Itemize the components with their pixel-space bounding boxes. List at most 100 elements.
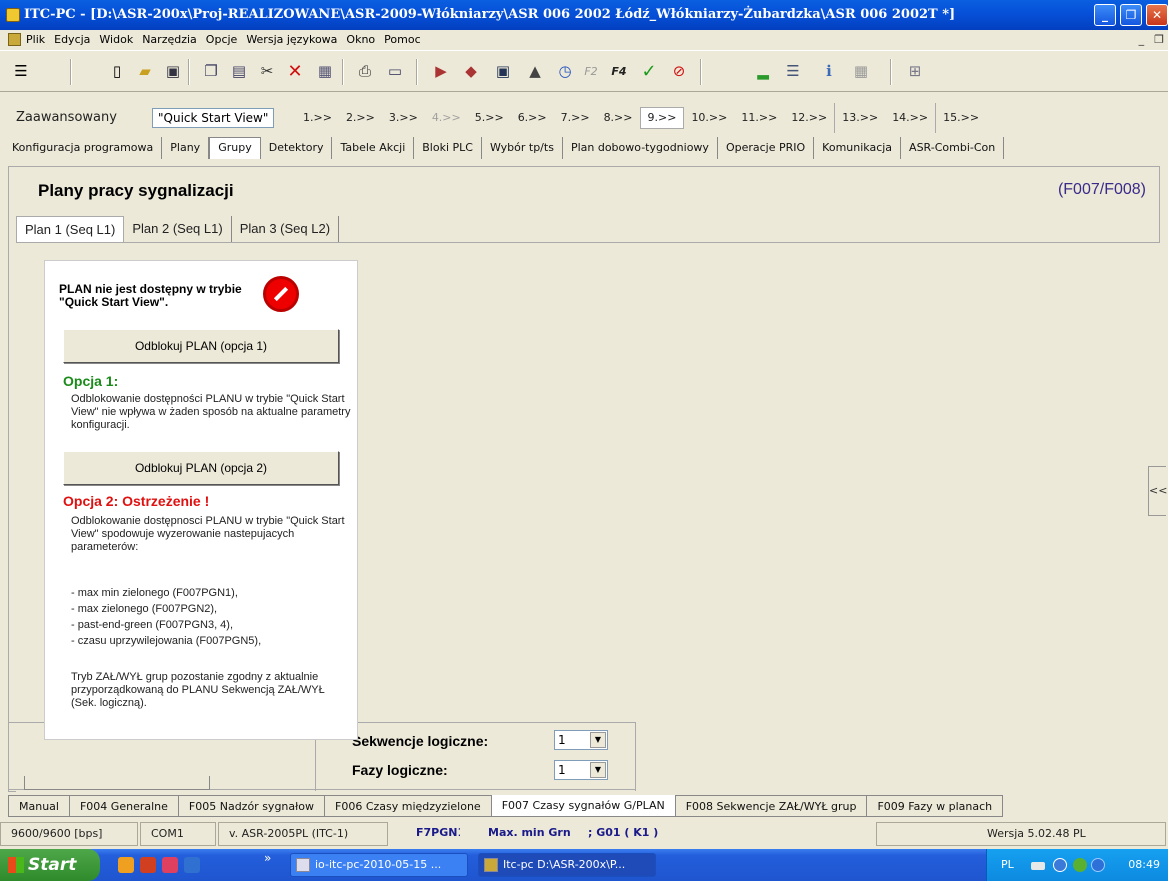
tab-f007[interactable]: F007 Czasy sygnałów G/PLAN [491, 795, 676, 817]
step-9[interactable]: 9.>> [639, 107, 685, 129]
menu-opcje[interactable]: Opcje [206, 30, 238, 50]
tab-f006[interactable]: F006 Czasy międzyzielone [325, 795, 492, 817]
structure-icon[interactable]: ⊞ [904, 60, 926, 82]
tab-f005[interactable]: F005 Nadzór sygnałow [178, 795, 325, 817]
step-14[interactable]: 14.>> [885, 103, 935, 133]
collapse-panel-button[interactable]: << [1148, 466, 1167, 516]
menu-narzedzia[interactable]: Narzędzia [142, 30, 197, 50]
step-3[interactable]: 3.>> [382, 103, 425, 133]
step-10[interactable]: 10.>> [684, 103, 734, 133]
settings-icon[interactable]: ☰ [10, 60, 32, 82]
view-selector[interactable]: "Quick Start View" [152, 108, 275, 128]
import-icon[interactable]: ▶ [430, 60, 452, 82]
step-4: 4.>> [431, 111, 461, 124]
start-button[interactable]: Start [0, 849, 100, 881]
list-icon[interactable]: ☰ [782, 60, 804, 82]
connection-icon[interactable] [1091, 858, 1105, 872]
clock-icon[interactable]: ◷ [554, 60, 576, 82]
cancel-icon[interactable]: ⊘ [668, 60, 690, 82]
child-minimize-button[interactable]: _ [1139, 30, 1145, 50]
menu-plik[interactable]: Plik [26, 30, 45, 50]
step-15[interactable]: 15.>> [935, 103, 986, 133]
tab-wybor[interactable]: Wybór tp/ts [482, 137, 563, 159]
step-2[interactable]: 2.>> [339, 103, 382, 133]
tab-detektory[interactable]: Detektory [261, 137, 333, 159]
tab-grupy[interactable]: Grupy [209, 137, 261, 159]
menu-pomoc[interactable]: Pomoc [384, 30, 420, 50]
battery-icon[interactable]: ▂ [752, 60, 774, 82]
tab-combi-con[interactable]: ASR-Combi-Con [901, 137, 1005, 159]
language-indicator[interactable]: PL [1001, 849, 1014, 881]
chevron-down-icon[interactable]: ▼ [590, 762, 606, 778]
grid-icon[interactable]: ▦ [850, 60, 872, 82]
step-8[interactable]: 8.>> [597, 103, 640, 133]
menu-widok[interactable]: Widok [99, 30, 133, 50]
status-baud: 9600/9600 [bps] [0, 822, 138, 846]
delete-icon[interactable]: ✕ [284, 60, 306, 82]
title-bar[interactable]: ITC-PC - [D:\ASR-200x\Proj-REALIZOWANE\A… [0, 0, 1168, 30]
unlock-option1-button[interactable]: Odblokuj PLAN (opcja 1) [63, 329, 339, 363]
taskbar-item-document[interactable]: io-itc-pc-2010-05-15 ... [290, 853, 468, 877]
minimize-button[interactable]: _ [1094, 4, 1116, 26]
taskbar-item-itc-pc[interactable]: Itc-pc D:\ASR-200x\P... [478, 853, 656, 877]
new-file-icon[interactable]: ▯ [106, 60, 128, 82]
tab-operacje-prio[interactable]: Operacje PRIO [718, 137, 815, 159]
transfer-icon[interactable]: ◆ [460, 60, 482, 82]
tab-f009[interactable]: F009 Fazy w planach [867, 795, 1004, 817]
menu-edycja[interactable]: Edycja [54, 30, 90, 50]
step-5[interactable]: 5.>> [468, 103, 511, 133]
tab-plan-3[interactable]: Plan 3 (Seq L2) [232, 216, 340, 242]
step-12[interactable]: 12.>> [784, 103, 834, 133]
dialog-heading: PLAN nie jest dostępny w trybie "Quick S… [59, 282, 242, 309]
tab-konfiguracja[interactable]: Konfiguracja programowa [4, 137, 163, 159]
tab-f004[interactable]: F004 Generalne [69, 795, 179, 817]
menu-okno[interactable]: Okno [346, 30, 375, 50]
tab-komunikacja[interactable]: Komunikacja [814, 137, 902, 159]
close-button[interactable]: ✕ [1146, 4, 1168, 26]
export-icon[interactable]: ▭ [384, 60, 406, 82]
logic-sequence-select[interactable]: 1 ▼ [554, 730, 608, 750]
hidden-button[interactable] [24, 776, 210, 790]
keyboard-icon[interactable] [1031, 862, 1045, 870]
upload-icon[interactable]: ▲ [524, 60, 546, 82]
tab-plany[interactable]: Plany [162, 137, 210, 159]
tab-bloki-plc[interactable]: Bloki PLC [414, 137, 482, 159]
paste-icon[interactable]: ▤ [228, 60, 250, 82]
f4-icon[interactable]: F4 [608, 60, 630, 82]
task-label: io-itc-pc-2010-05-15 ... [315, 858, 442, 871]
network-icon[interactable] [1073, 858, 1087, 872]
print-icon[interactable]: ⎙ [354, 60, 376, 82]
f2-icon[interactable]: F2 [580, 60, 602, 82]
maximize-button[interactable]: ❐ [1120, 4, 1142, 26]
check-icon[interactable]: ✓ [638, 60, 660, 82]
cut-icon[interactable]: ✂ [256, 60, 278, 82]
media-icon[interactable] [140, 857, 156, 873]
menu-wersja[interactable]: Wersja językowa [246, 30, 337, 50]
save-icon[interactable]: ▣ [162, 60, 184, 82]
back-arrow-icon[interactable] [1053, 858, 1067, 872]
open-folder-icon[interactable]: ▰ [134, 60, 156, 82]
copy-icon[interactable]: ❐ [200, 60, 222, 82]
chevron-down-icon[interactable]: ▼ [590, 732, 606, 748]
step-6[interactable]: 6.>> [511, 103, 554, 133]
unlock-option2-button[interactable]: Odblokuj PLAN (opcja 2) [63, 451, 339, 485]
desktop-icon[interactable] [184, 857, 200, 873]
logic-phase-select[interactable]: 1 ▼ [554, 760, 608, 780]
quick-launch-overflow[interactable]: » [264, 851, 271, 865]
view-icon[interactable]: ▦ [314, 60, 336, 82]
app-icon[interactable] [162, 857, 178, 873]
tab-plan-2[interactable]: Plan 2 (Seq L1) [124, 216, 232, 242]
tab-plan-dobowo[interactable]: Plan dobowo-tygodniowy [563, 137, 718, 159]
step-13[interactable]: 13.>> [834, 103, 885, 133]
browser-icon[interactable] [118, 857, 134, 873]
tab-manual[interactable]: Manual [8, 795, 70, 817]
info-icon[interactable]: ℹ [818, 60, 840, 82]
tab-f008[interactable]: F008 Sekwencje ZAŁ/WYŁ grup [675, 795, 868, 817]
step-7[interactable]: 7.>> [554, 103, 597, 133]
step-11[interactable]: 11.>> [734, 103, 784, 133]
child-restore-button[interactable]: ❐ [1154, 30, 1164, 50]
step-1[interactable]: 1.>> [296, 103, 339, 133]
tab-tabele-akcji[interactable]: Tabele Akcji [332, 137, 415, 159]
monitor-icon[interactable]: ▣ [492, 60, 514, 82]
tab-plan-1[interactable]: Plan 1 (Seq L1) [16, 216, 125, 242]
